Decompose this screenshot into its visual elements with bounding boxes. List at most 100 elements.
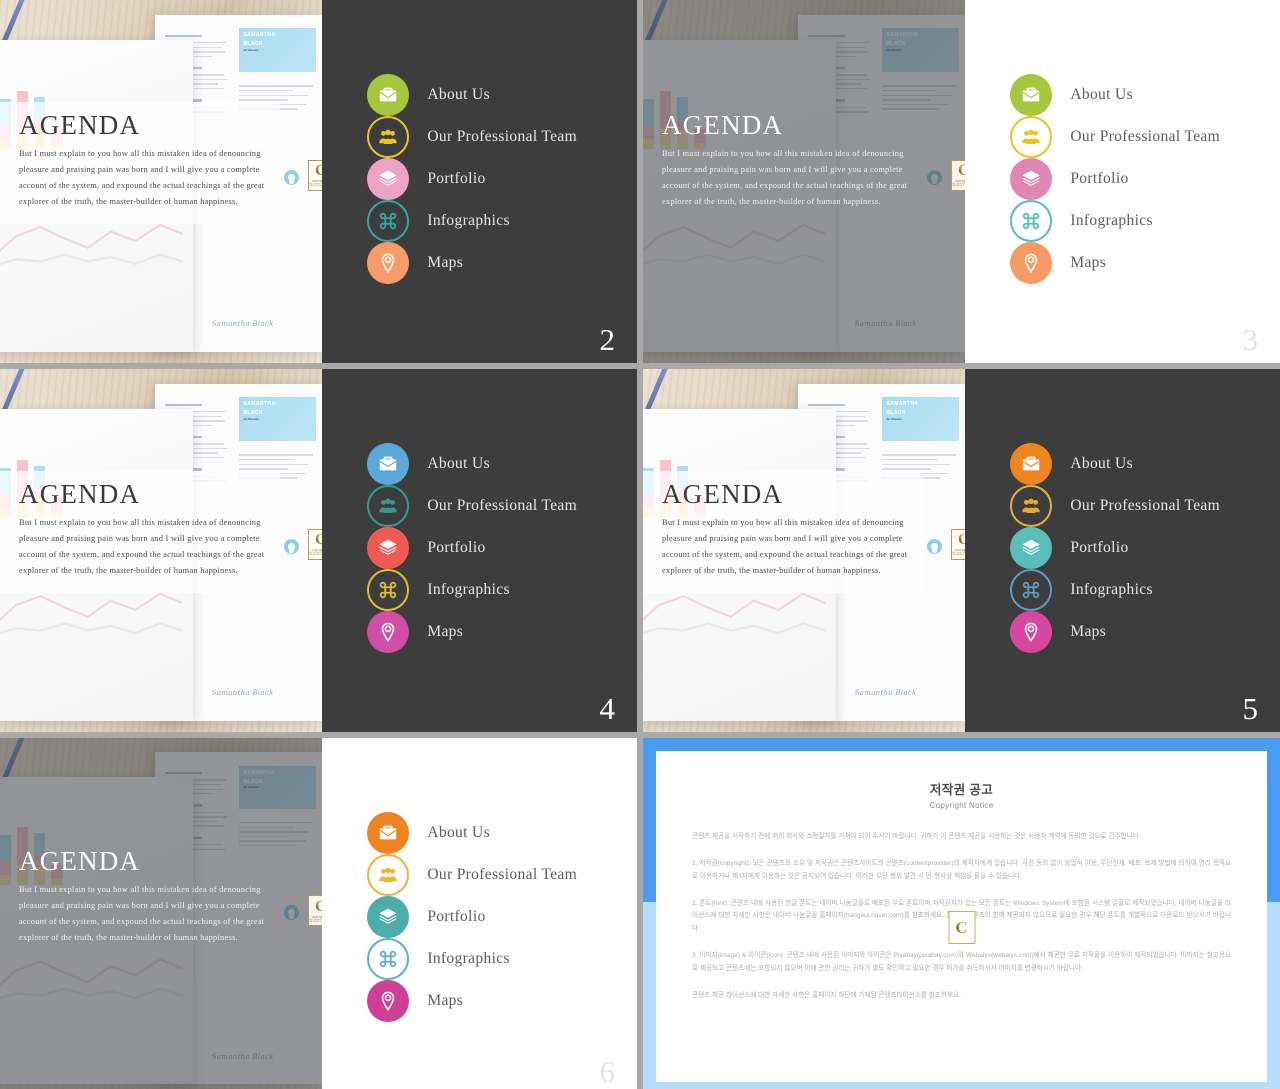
slide-4-menu-panel: About Us Our Professional Team Portfolio… [322,369,637,732]
slide-5-menu-panel: About Us Our Professional Team Portfolio… [965,369,1280,732]
menu-item-our-professional-team[interactable]: Our Professional Team [1010,116,1280,158]
menu-label: About Us [427,86,490,103]
copyright-paragraph: 콘텐츠 제공 라이선스에 대한 자세한 사항은 홈페이지 하단에 기재된 콘텐츠… [692,991,961,999]
menu-label: Our Professional Team [1070,497,1221,514]
team-icon[interactable] [1010,116,1053,158]
briefcase-icon[interactable] [1010,443,1053,485]
slide-3[interactable]: SAMANTHA BLACK Art Director Samantha Bla… [643,0,1280,363]
agenda-text-plate: AGENDA But I must explain to you how all… [643,470,924,594]
copyright-watermark-badge: C COPYRIGHT ALL RIGHTS RESERVED [951,528,966,560]
copyright-notice-slide[interactable]: 저작권 공고 Copyright Notice 콘텐츠 제공을 시작하기 전에 … [643,738,1280,1089]
menu-label: Infographics [427,212,510,229]
page-number: 5 [1242,691,1259,726]
team-icon[interactable] [367,854,410,896]
map-pin-icon[interactable] [367,980,410,1022]
copyright-letter: C [958,532,965,548]
menu-label: Maps [427,623,464,640]
menu-item-maps[interactable]: Maps [1010,242,1280,284]
resume-last-name: BLACK [243,410,264,417]
menu-item-about-us[interactable]: About Us [367,74,637,116]
layers-icon[interactable] [367,527,410,569]
slide-4[interactable]: SAMANTHA BLACK Art Director Samantha Bla… [0,369,637,732]
menu-label: About Us [1070,86,1133,103]
slide-thumbnail-grid: SAMANTHA BLACK Art Director Samantha Bla… [0,0,1280,1089]
slide-6-photo-panel: SAMANTHA BLACK Art Director Samantha Bla… [0,738,323,1089]
menu-label: Our Professional Team [427,866,578,883]
menu-label: Our Professional Team [1070,128,1221,145]
copyright-watermark-badge: C COPYRIGHT ALL RIGHTS RESERVED [308,895,323,927]
team-icon[interactable] [367,116,410,158]
menu-item-our-professional-team[interactable]: Our Professional Team [367,485,637,527]
menu-item-maps[interactable]: Maps [367,242,637,284]
menu-item-maps[interactable]: Maps [367,611,637,653]
copyright-line2: ALL RIGHTS RESERVED [309,183,323,188]
menu-label: About Us [427,455,490,472]
menu-item-maps[interactable]: Maps [1010,611,1280,653]
map-pin-icon[interactable] [367,242,410,284]
copyright-letter: C [315,163,322,179]
menu-item-infographics[interactable]: Infographics [1010,200,1280,242]
briefcase-icon[interactable] [367,443,410,485]
command-icon[interactable] [367,200,410,242]
command-icon[interactable] [1010,200,1053,242]
menu-item-maps[interactable]: Maps [367,980,637,1022]
slide-5[interactable]: SAMANTHA BLACK Art Director Samantha Bla… [643,369,1280,732]
menu-item-about-us[interactable]: About Us [367,443,637,485]
menu-item-our-professional-team[interactable]: Our Professional Team [367,854,637,896]
slide-2[interactable]: SAMANTHA BLACK Art Director Samantha Bla… [0,0,637,363]
agenda-body-text: But I must explain to you how all this m… [662,517,908,575]
menu-item-about-us[interactable]: About Us [1010,74,1280,116]
resume-signature: Samantha Black [211,320,274,329]
layers-icon[interactable] [1010,527,1053,569]
copyright-letter: C [958,163,965,179]
team-icon[interactable] [1010,485,1053,527]
menu-label: Portfolio [427,170,486,187]
command-icon[interactable] [1010,569,1053,611]
menu-item-portfolio[interactable]: Portfolio [1010,527,1280,569]
agenda-body-text: But I must explain to you how all this m… [19,884,265,943]
copyright-watermark-badge: C COPYRIGHT ALL RIGHTS RESERVED [951,159,966,191]
agenda-body-text: But I must explain to you how all this m… [19,148,265,206]
layers-icon[interactable] [367,896,410,938]
menu-label: Infographics [427,950,510,967]
map-pin-icon[interactable] [367,611,410,653]
menu-item-infographics[interactable]: Infographics [367,200,637,242]
agenda-body-text: But I must explain to you how all this m… [19,517,265,575]
layers-icon[interactable] [367,158,410,200]
menu-item-about-us[interactable]: About Us [367,812,637,854]
slide-6[interactable]: SAMANTHA BLACK Art Director Samantha Bla… [0,738,637,1089]
command-icon[interactable] [367,938,410,980]
menu-item-our-professional-team[interactable]: Our Professional Team [367,116,637,158]
resume-name-banner: SAMANTHA BLACK Art Director [238,28,316,72]
copyright-letter: C [315,532,322,548]
menu-item-infographics[interactable]: Infographics [367,938,637,980]
briefcase-icon[interactable] [1010,74,1053,116]
menu-item-portfolio[interactable]: Portfolio [367,158,637,200]
menu-item-about-us[interactable]: About Us [1010,443,1280,485]
resume-last-name: BLACK [243,41,264,48]
menu-item-portfolio[interactable]: Portfolio [367,896,637,938]
menu-item-portfolio[interactable]: Portfolio [1010,158,1280,200]
resume-signature: Samantha Black [854,689,917,698]
menu-item-infographics[interactable]: Infographics [1010,569,1280,611]
menu-item-portfolio[interactable]: Portfolio [367,527,637,569]
agenda-text-plate: AGENDA But I must explain to you how all… [643,102,923,225]
menu-label: Portfolio [1070,539,1129,556]
team-icon[interactable] [367,485,410,527]
copyright-watermark-badge: C [948,911,975,944]
briefcase-icon[interactable] [367,74,410,116]
briefcase-icon[interactable] [367,812,410,854]
slide-6-menu-panel: About Us Our Professional Team Portfolio… [322,738,637,1089]
copyright-paragraph: 1. 저작권(copyright): 모든 콘텐츠의 소유 및 저작권은 콘텐츠… [692,859,1231,880]
command-icon[interactable] [367,569,410,611]
copyright-line2: ALL RIGHTS RESERVED [309,918,323,923]
copyright-line2: ALL RIGHTS RESERVED [309,552,323,557]
map-pin-icon[interactable] [1010,242,1053,284]
layers-icon[interactable] [1010,158,1053,200]
slide-3-menu-panel: About Us Our Professional Team Portfolio… [965,0,1280,363]
menu-label: About Us [427,824,490,841]
menu-item-infographics[interactable]: Infographics [367,569,637,611]
menu-item-our-professional-team[interactable]: Our Professional Team [1010,485,1280,527]
slide-4-photo-panel: SAMANTHA BLACK Art Director Samantha Bla… [0,369,323,732]
map-pin-icon[interactable] [1010,611,1053,653]
